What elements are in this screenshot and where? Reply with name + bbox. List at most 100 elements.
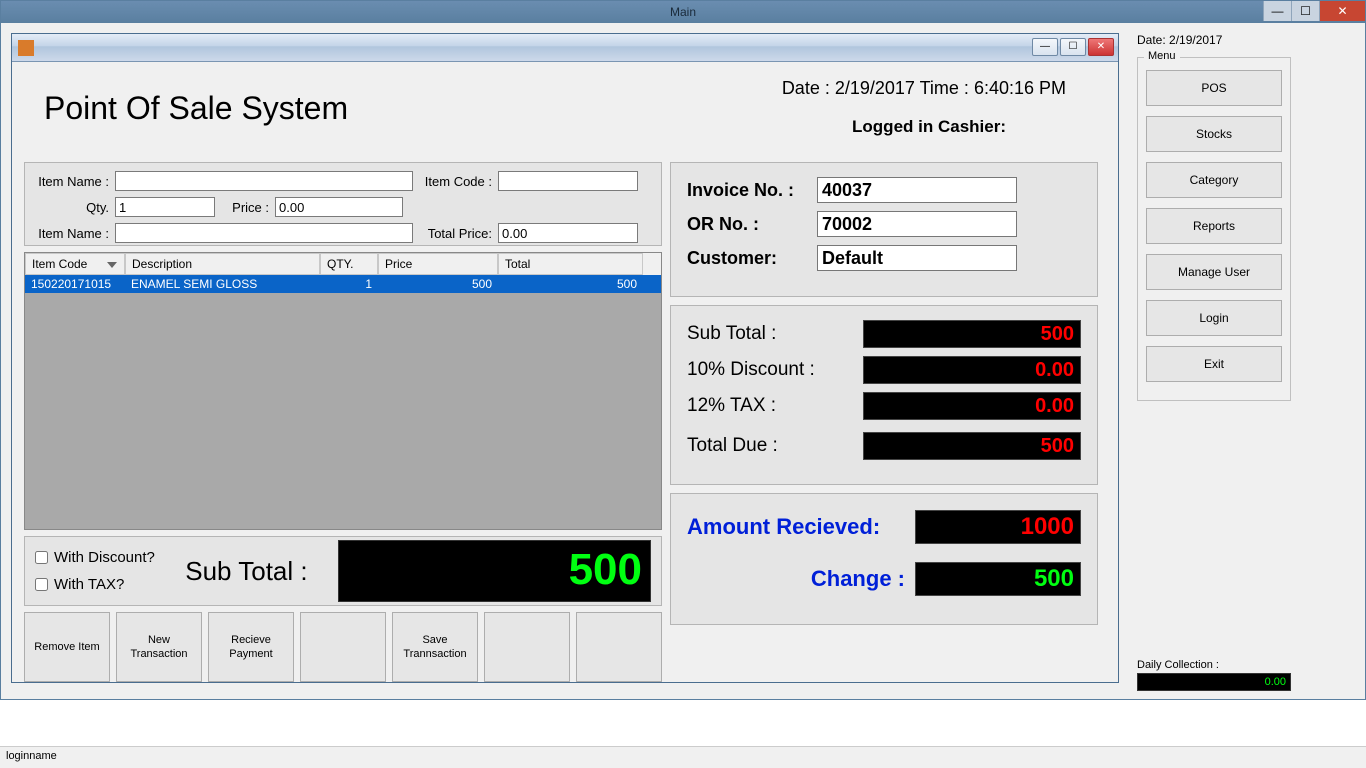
totals-panel: Sub Total : 500 10% Discount : 0.00 12% …: [670, 305, 1098, 485]
date-label: Date :: [782, 78, 835, 98]
change-label: Change :: [687, 566, 915, 592]
price-input[interactable]: [275, 197, 403, 217]
menu-reports-button[interactable]: Reports: [1146, 208, 1282, 244]
item-code-input[interactable]: [498, 171, 638, 191]
tax-checkbox[interactable]: [35, 578, 48, 591]
left-column: Item Name : Item Code : Qty. Price :: [24, 162, 662, 682]
total-price-label: Total Price:: [413, 226, 498, 241]
new-transaction-button[interactable]: New Transaction: [116, 612, 202, 682]
total-price-input[interactable]: [498, 223, 638, 243]
item-code-label: Item Code :: [413, 174, 498, 189]
action-button-6[interactable]: [484, 612, 570, 682]
pos-maximize-button[interactable]: ☐: [1060, 38, 1086, 56]
main-titlebar[interactable]: Main — ☐ ✕: [1, 1, 1365, 23]
or-no-input[interactable]: [817, 211, 1017, 237]
menu-pos-button[interactable]: POS: [1146, 70, 1282, 106]
qty-input[interactable]: [115, 197, 215, 217]
totals-discount-label: 10% Discount :: [687, 359, 815, 381]
customer-label: Customer:: [687, 248, 817, 269]
cell-qty: 1: [320, 275, 378, 293]
col-header-code[interactable]: Item Code: [25, 253, 125, 275]
menu-legend: Menu: [1144, 50, 1180, 62]
columns: Item Name : Item Code : Qty. Price :: [24, 162, 1106, 682]
content-area: — ☐ ✕ Point Of Sale System Date : 2/19/2…: [1, 23, 1365, 699]
item-name-input[interactable]: [115, 171, 413, 191]
close-button[interactable]: ✕: [1319, 1, 1365, 21]
pos-header: Point Of Sale System Date : 2/19/2017 Ti…: [24, 72, 1106, 162]
invoice-no-label: Invoice No. :: [687, 180, 817, 201]
main-window: Main — ☐ ✕ — ☐ ✕ Point Of Sale System: [0, 0, 1366, 700]
price-label: Price :: [215, 200, 275, 215]
table-row[interactable]: 150220171015 ENAMEL SEMI GLOSS 1 500 500: [25, 275, 661, 293]
items-grid[interactable]: Item Code Description QTY. Price Total 1…: [24, 252, 662, 530]
menu-group: Menu POS Stocks Category Reports Manage …: [1137, 57, 1291, 401]
discount-checkbox[interactable]: [35, 551, 48, 564]
with-tax-check[interactable]: With TAX?: [35, 576, 155, 593]
action-button-7[interactable]: [576, 612, 662, 682]
col-header-qty[interactable]: QTY.: [320, 253, 378, 275]
invoice-no-input[interactable]: [817, 177, 1017, 203]
app-icon: [18, 40, 34, 56]
sidebar-date: Date: 2/19/2017: [1137, 33, 1291, 47]
with-discount-check[interactable]: With Discount?: [35, 549, 155, 566]
daily-collection-label: Daily Collection :: [1137, 659, 1291, 671]
pos-body: Point Of Sale System Date : 2/19/2017 Ti…: [12, 62, 1118, 682]
menu-category-button[interactable]: Category: [1146, 162, 1282, 198]
pos-close-button[interactable]: ✕: [1088, 38, 1114, 56]
action-button-4[interactable]: [300, 612, 386, 682]
amount-received-value: 1000: [915, 510, 1081, 544]
pos-window-controls: — ☐ ✕: [1032, 38, 1114, 56]
totals-due-value: 500: [863, 432, 1081, 460]
entry-panel: Item Name : Item Code : Qty. Price :: [24, 162, 662, 246]
totals-subtotal-label: Sub Total :: [687, 323, 776, 345]
subtotal-label: Sub Total :: [185, 556, 307, 587]
page-title: Point Of Sale System: [24, 72, 348, 127]
change-value: 500: [915, 562, 1081, 596]
qty-label: Qty.: [35, 200, 115, 215]
totals-tax-value: 0.00: [863, 392, 1081, 420]
maximize-button[interactable]: ☐: [1291, 1, 1319, 21]
col-header-price[interactable]: Price: [378, 253, 498, 275]
remove-item-button[interactable]: Remove Item: [24, 612, 110, 682]
totals-due-label: Total Due :: [687, 435, 778, 457]
amount-received-label: Amount Recieved:: [687, 514, 880, 540]
menu-login-button[interactable]: Login: [1146, 300, 1282, 336]
totals-tax-label: 12% TAX :: [687, 395, 776, 417]
item-name2-label: Item Name :: [35, 226, 115, 241]
pos-titlebar[interactable]: — ☐ ✕: [12, 34, 1118, 62]
item-name-label: Item Name :: [35, 174, 115, 189]
cell-price: 500: [378, 275, 498, 293]
or-no-label: OR No. :: [687, 214, 817, 235]
subtotal-display: 500: [338, 540, 651, 602]
customer-input[interactable]: [817, 245, 1017, 271]
menu-manage-user-button[interactable]: Manage User: [1146, 254, 1282, 290]
pos-window: — ☐ ✕ Point Of Sale System Date : 2/19/2…: [11, 33, 1119, 683]
item-name2-input[interactable]: [115, 223, 413, 243]
pos-minimize-button[interactable]: —: [1032, 38, 1058, 56]
invoice-panel: Invoice No. : OR No. : Customer:: [670, 162, 1098, 297]
window-controls: — ☐ ✕: [1263, 1, 1365, 21]
col-header-total[interactable]: Total: [498, 253, 643, 275]
receive-payment-button[interactable]: Recieve Payment: [208, 612, 294, 682]
col-header-desc[interactable]: Description: [125, 253, 320, 275]
time-label: Time :: [915, 78, 974, 98]
payment-panel: Amount Recieved: 1000 Change : 500: [670, 493, 1098, 625]
time-value: 6:40:16 PM: [974, 78, 1066, 98]
save-transaction-button[interactable]: Save Trannsaction: [392, 612, 478, 682]
grid-header-row: Item Code Description QTY. Price Total: [25, 253, 661, 275]
status-bar: loginname: [0, 746, 1366, 768]
right-column: Invoice No. : OR No. : Customer:: [670, 162, 1098, 682]
cell-desc: ENAMEL SEMI GLOSS: [125, 275, 320, 293]
subtotal-panel: With Discount? With TAX? Sub Total : 500: [24, 536, 662, 606]
sidebar: Date: 2/19/2017 Menu POS Stocks Category…: [1129, 23, 1299, 699]
minimize-button[interactable]: —: [1263, 1, 1291, 21]
sort-icon: [107, 262, 117, 268]
action-button-row: Remove Item New Transaction Recieve Paym…: [24, 612, 662, 682]
totals-discount-value: 0.00: [863, 356, 1081, 384]
datetime-display: Date : 2/19/2017 Time : 6:40:16 PM: [782, 72, 1106, 99]
menu-stocks-button[interactable]: Stocks: [1146, 116, 1282, 152]
menu-exit-button[interactable]: Exit: [1146, 346, 1282, 382]
date-value: 2/19/2017: [835, 78, 915, 98]
main-title: Main: [670, 5, 696, 19]
status-loginname: loginname: [6, 750, 57, 762]
